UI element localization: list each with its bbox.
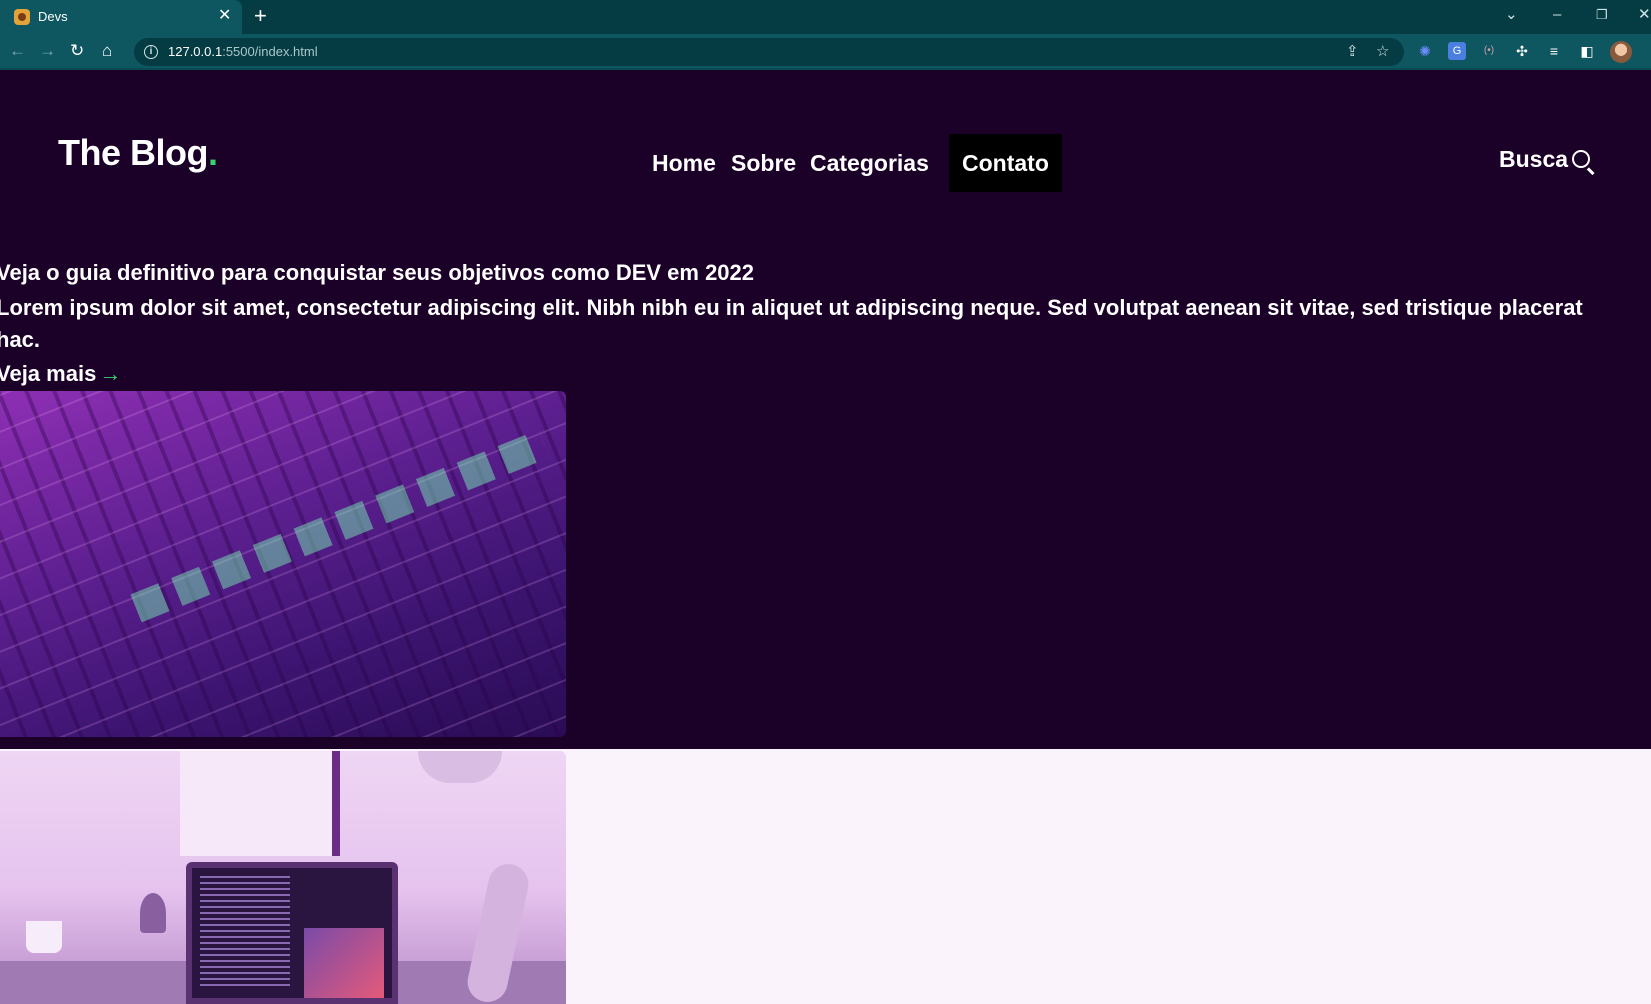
site-logo[interactable]: The Blog. [58, 132, 218, 174]
new-tab-button[interactable]: + [254, 4, 267, 28]
nav-link-sobre[interactable]: Sobre [731, 134, 796, 192]
close-window-button[interactable]: ✕ [1638, 6, 1651, 24]
window-shape [180, 751, 340, 856]
desk-laptop-image [0, 751, 566, 1004]
mug-shape [26, 921, 62, 953]
translate-extension-icon[interactable]: G [1448, 42, 1466, 60]
web-page: The Blog. Home Sobre Categorias Contato … [0, 70, 1651, 1004]
minimize-window-button[interactable]: – [1553, 6, 1561, 24]
home-icon[interactable]: ⌂ [102, 42, 112, 60]
nav-link-home[interactable]: Home [652, 134, 716, 192]
see-more-label: Veja mais [0, 361, 97, 386]
plant-shape [140, 893, 166, 933]
url-host: 127.0.0.1 [168, 44, 223, 59]
logo-text: The Blog [58, 132, 208, 173]
close-tab-icon[interactable]: ✕ [218, 7, 231, 25]
hero-title: Veja o guia definitivo para conquistar s… [0, 260, 755, 285]
profile-avatar[interactable] [1610, 41, 1632, 63]
nav-link-categorias[interactable]: Categorias [810, 134, 929, 192]
site-favicon-icon [14, 9, 30, 25]
reading-list-icon[interactable]: ≡ [1545, 42, 1563, 60]
site-info-icon[interactable]: i [144, 45, 158, 59]
extension-icon[interactable]: (•) [1480, 42, 1498, 60]
search-icon[interactable] [1572, 150, 1590, 168]
hero-description: Lorem ipsum dolor sit amet, consectetur … [0, 295, 1583, 352]
extensions-puzzle-icon[interactable]: ✣ [1513, 42, 1531, 60]
browser-toolbar: ← → ↻ ⌂ i 127.0.0.1:5500/index.html ⇪ ☆ … [0, 34, 1651, 70]
laptop-shape [186, 862, 398, 1004]
search-label[interactable]: Busca [1499, 146, 1568, 173]
bookmark-star-icon[interactable]: ☆ [1376, 43, 1389, 61]
tab-search-chevron-icon[interactable]: ⌄ [1505, 6, 1518, 24]
url-text[interactable]: 127.0.0.1:5500/index.html [168, 44, 318, 59]
browser-tab-strip: Devs ✕ + ⌄ – ❐ ✕ [0, 0, 1651, 34]
nav-link-contato[interactable]: Contato [949, 134, 1062, 192]
share-icon[interactable]: ⇪ [1346, 43, 1359, 61]
code-laptop-image [0, 391, 566, 737]
logo-dot: . [207, 132, 218, 173]
arrow-right-icon: → [99, 361, 122, 386]
back-arrow-icon[interactable]: ← [9, 42, 26, 60]
see-more-link[interactable]: Veja mais → [0, 361, 121, 387]
address-bar[interactable]: i 127.0.0.1:5500/index.html ⇪ ☆ [134, 38, 1404, 66]
forward-arrow-icon[interactable]: → [39, 42, 56, 60]
restore-window-button[interactable]: ❐ [1596, 6, 1608, 24]
lamp-shape [418, 751, 502, 783]
url-path: :5500/index.html [222, 44, 318, 59]
browser-tab[interactable]: Devs ✕ [0, 0, 242, 34]
tab-title: Devs [38, 9, 68, 24]
reload-icon[interactable]: ↻ [70, 42, 84, 60]
side-panel-icon[interactable]: ◧ [1578, 42, 1596, 60]
hero-section: The Blog. Home Sobre Categorias Contato … [0, 70, 1651, 749]
extension-gear-icon[interactable]: ✺ [1416, 42, 1434, 60]
